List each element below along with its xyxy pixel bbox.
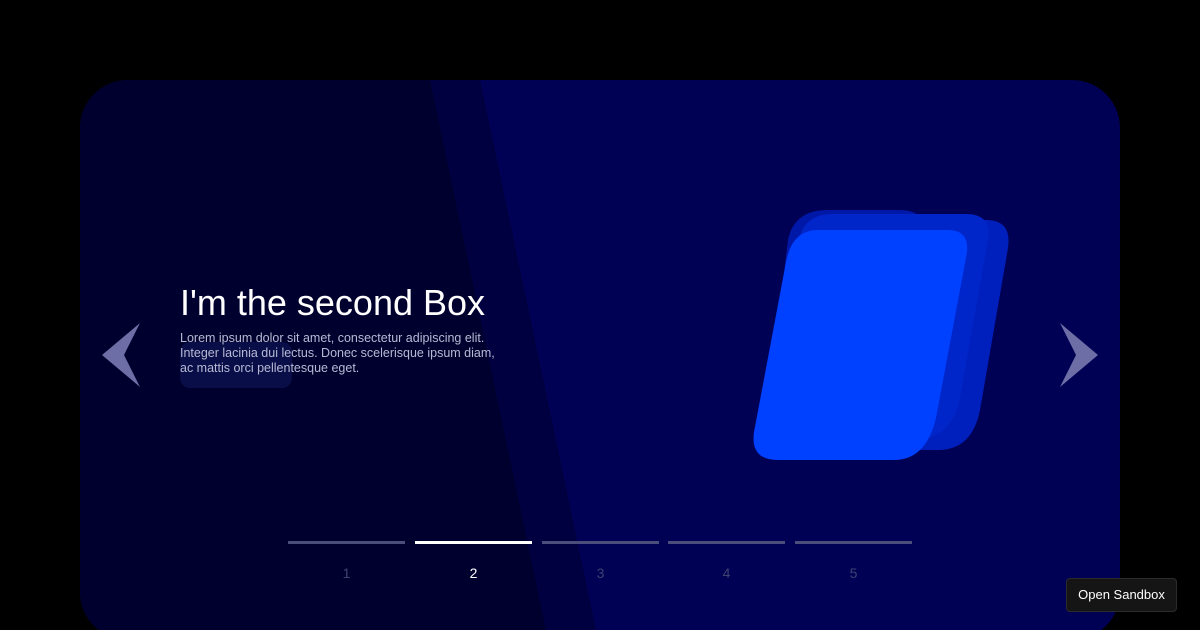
pager-number: 4: [722, 565, 731, 581]
pager-item-5[interactable]: 5: [795, 541, 912, 591]
slide-title: I'm the second Box: [180, 282, 486, 323]
pager-number: 5: [849, 565, 858, 581]
open-sandbox-button[interactable]: Open Sandbox: [1066, 578, 1177, 612]
pager-item-3[interactable]: 3: [542, 541, 659, 591]
chevron-right-icon: [1060, 323, 1098, 387]
pager-number: 2: [469, 565, 478, 581]
chevron-left-icon: [102, 323, 140, 387]
pager-item-4[interactable]: 4: [668, 541, 785, 591]
page: I'm the second Box Lorem ipsum dolor sit…: [0, 0, 1200, 630]
pager-progress-bar: [668, 541, 785, 544]
pager-item-1[interactable]: 1: [288, 541, 405, 591]
pager-item-2[interactable]: 2: [415, 541, 532, 591]
pager-progress-bar: [415, 541, 532, 544]
next-slide-button[interactable]: [1058, 322, 1100, 388]
slide-pager: 1 2 3 4 5: [288, 541, 912, 591]
slide-description: Lorem ipsum dolor sit amet, consectetur …: [180, 331, 495, 375]
stacked-boxes-illustration: [753, 210, 1009, 460]
pager-progress-bar: [542, 541, 659, 544]
pager-progress-bar: [288, 541, 405, 544]
pager-number: 1: [342, 565, 351, 581]
pager-number: 3: [596, 565, 605, 581]
previous-slide-button[interactable]: [100, 322, 142, 388]
pager-progress-bar: [795, 541, 912, 544]
